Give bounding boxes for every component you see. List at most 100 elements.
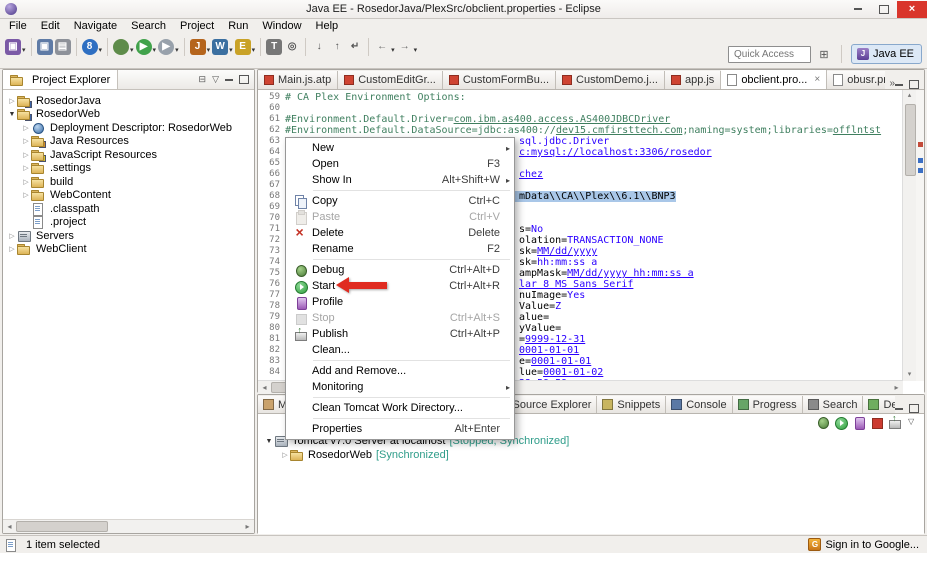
menu-navigate[interactable]: Navigate	[67, 20, 124, 32]
dropdown-caret-icon[interactable]: ▾	[153, 46, 157, 54]
menu-run[interactable]: Run	[221, 20, 255, 32]
context-menu-item-publish[interactable]: PublishCtrl+Alt+P	[286, 326, 514, 342]
search-icon[interactable]: ◎	[283, 39, 301, 55]
context-menu-item-stop[interactable]: StopCtrl+Alt+S	[286, 310, 514, 326]
print-icon[interactable]: ▤	[54, 39, 72, 55]
new-wizard-icon[interactable]: ▣▾	[4, 39, 27, 55]
new-web-project-icon[interactable]: W▾	[211, 39, 234, 55]
editor-tab-obusr-proper[interactable]: obusr.proper...	[827, 71, 885, 89]
scroll-left-icon[interactable]: ◂	[3, 522, 16, 531]
context-menu-item-rename[interactable]: RenameF2	[286, 241, 514, 257]
bottom-tab-debug[interactable]: Debug	[863, 396, 895, 413]
back-icon[interactable]: ←▾	[373, 39, 396, 55]
tree-item-webclient[interactable]: ▷WebClient	[3, 243, 254, 257]
context-menu-item-debug[interactable]: DebugCtrl+Alt+D	[286, 262, 514, 278]
expand-arrow-icon[interactable]: ▷	[21, 191, 31, 199]
profile-server-icon[interactable]	[851, 415, 866, 430]
minimize-view-icon[interactable]	[225, 79, 233, 81]
explorer-horizontal-scrollbar[interactable]: ◂ ▸	[3, 519, 254, 533]
tree-item-rosedorjava[interactable]: ▷RosedorJava	[3, 94, 254, 108]
context-menu-item-show-in[interactable]: Show InAlt+Shift+W▸	[286, 172, 514, 188]
tree-item-project[interactable]: .project	[3, 216, 254, 230]
expand-arrow-icon[interactable]: ▷	[21, 124, 31, 132]
expand-arrow-icon[interactable]: ▷	[21, 164, 31, 172]
code-line[interactable]: 61#Environment.Default.Driver=com.ibm.as…	[258, 114, 903, 125]
close-window-button[interactable]: ×	[897, 1, 927, 18]
expand-arrow-icon[interactable]: ▼	[7, 111, 17, 118]
open-perspective-icon[interactable]: ⊞	[816, 47, 832, 62]
menu-window[interactable]: Window	[255, 20, 308, 32]
last-edit-location-icon[interactable]: ↵	[346, 39, 364, 55]
open-type-icon[interactable]: T	[265, 39, 283, 55]
tree-item-java-resources[interactable]: ▷Java Resources	[3, 135, 254, 149]
new-java-project-icon[interactable]: J▾	[189, 39, 212, 55]
new-ejb-project-icon[interactable]: E▾	[234, 39, 257, 55]
scroll-right-icon[interactable]: ▸	[890, 383, 903, 392]
scroll-down-icon[interactable]: ▾	[903, 369, 916, 381]
server-view-menu-icon[interactable]	[905, 415, 920, 430]
expand-arrow-icon[interactable]: ▷	[21, 137, 31, 145]
expand-arrow-icon[interactable]: ▷	[21, 178, 31, 186]
save-icon[interactable]: ▣	[36, 39, 54, 55]
view-menu-icon[interactable]: ▽	[212, 74, 219, 85]
dropdown-caret-icon[interactable]: ▾	[22, 46, 26, 54]
server-item-rosedorweb[interactable]: ▷RosedorWeb[Synchronized]	[258, 448, 924, 462]
minimize-editor-icon[interactable]	[895, 84, 903, 86]
bottom-tab-search[interactable]: Search	[803, 396, 864, 413]
menu-help[interactable]: Help	[309, 20, 346, 32]
context-menu-item-delete[interactable]: DeleteDelete	[286, 225, 514, 241]
context-menu-item-clean[interactable]: Clean...	[286, 342, 514, 358]
minimize-window-button[interactable]	[845, 1, 871, 18]
quick-access-input[interactable]: Quick Access	[728, 46, 811, 63]
dropdown-caret-icon[interactable]: ▾	[207, 46, 211, 54]
context-menu-item-profile[interactable]: Profile	[286, 294, 514, 310]
context-menu-item-properties[interactable]: PropertiesAlt+Enter	[286, 421, 514, 437]
editor-tab-app-js[interactable]: app.js	[665, 71, 721, 89]
info-marker[interactable]	[918, 168, 923, 173]
context-menu-item-start[interactable]: StartCtrl+Alt+R	[286, 278, 514, 294]
bottom-tab-progress[interactable]: Progress	[733, 396, 803, 413]
tree-item-webcontent[interactable]: ▷WebContent	[3, 189, 254, 203]
context-menu-item-monitoring[interactable]: Monitoring▸	[286, 379, 514, 395]
tree-item-build[interactable]: ▷build	[3, 175, 254, 189]
context-menu-item-new[interactable]: New▸	[286, 140, 514, 156]
code-line[interactable]: 59# CA Plex Environment Options:	[258, 92, 903, 103]
minimize-view-icon[interactable]	[895, 408, 903, 410]
forward-icon[interactable]: →▾	[396, 39, 419, 55]
menu-edit[interactable]: Edit	[34, 20, 67, 32]
publish-server-icon[interactable]	[887, 415, 902, 430]
code-line[interactable]: 60	[258, 103, 903, 114]
editor-tab-customeditgr[interactable]: CustomEditGr...	[338, 71, 443, 89]
scroll-left-icon[interactable]: ◂	[258, 383, 271, 392]
previous-annotation-icon[interactable]: ↑	[328, 39, 346, 55]
tree-item-rosedorweb[interactable]: ▼RosedorWeb	[3, 108, 254, 122]
dropdown-caret-icon[interactable]: ▾	[252, 46, 256, 54]
tree-item-settings[interactable]: ▷.settings	[3, 162, 254, 176]
vertical-scrollbar[interactable]: ▴ ▾	[902, 90, 916, 381]
context-menu-item-add-and-remove[interactable]: Add and Remove...	[286, 363, 514, 379]
expand-arrow-icon[interactable]: ▷	[7, 245, 17, 253]
collapse-all-icon[interactable]: ⊟	[199, 74, 207, 85]
expand-arrow-icon[interactable]: ▷	[21, 151, 31, 159]
bottom-tab-console[interactable]: Console	[666, 396, 732, 413]
dropdown-caret-icon[interactable]: ▾	[130, 46, 134, 54]
maximize-window-button[interactable]	[871, 1, 897, 18]
tree-item-classpath[interactable]: .classpath	[3, 202, 254, 216]
stop-server-icon[interactable]	[869, 415, 884, 430]
external-tools-icon[interactable]: ▶▾	[157, 39, 180, 55]
editor-tab-customdemo-j[interactable]: CustomDemo.j...	[556, 71, 665, 89]
run-icon[interactable]: ▶▾	[135, 39, 158, 55]
context-menu-item-clean-tomcat-work-directory[interactable]: Clean Tomcat Work Directory...	[286, 400, 514, 416]
tree-item-javascript-resources[interactable]: ▷JavaScript Resources	[3, 148, 254, 162]
info-marker[interactable]	[918, 158, 923, 163]
tab-close-icon[interactable]: ×	[814, 74, 820, 85]
code-line[interactable]: 62#Environment.Default.DataSource=jdbc:a…	[258, 125, 903, 136]
editor-tab-main-js-atp[interactable]: Main.js.atp	[258, 71, 338, 89]
menu-project[interactable]: Project	[173, 20, 221, 32]
debug-icon[interactable]: ▾	[112, 39, 135, 55]
editor-tab-obclient-pro[interactable]: obclient.pro...×	[721, 70, 827, 89]
expand-arrow-icon[interactable]: ▷	[280, 451, 290, 459]
context-menu-item-open[interactable]: OpenF3	[286, 156, 514, 172]
menu-search[interactable]: Search	[124, 20, 173, 32]
expand-arrow-icon[interactable]: ▼	[264, 438, 274, 445]
